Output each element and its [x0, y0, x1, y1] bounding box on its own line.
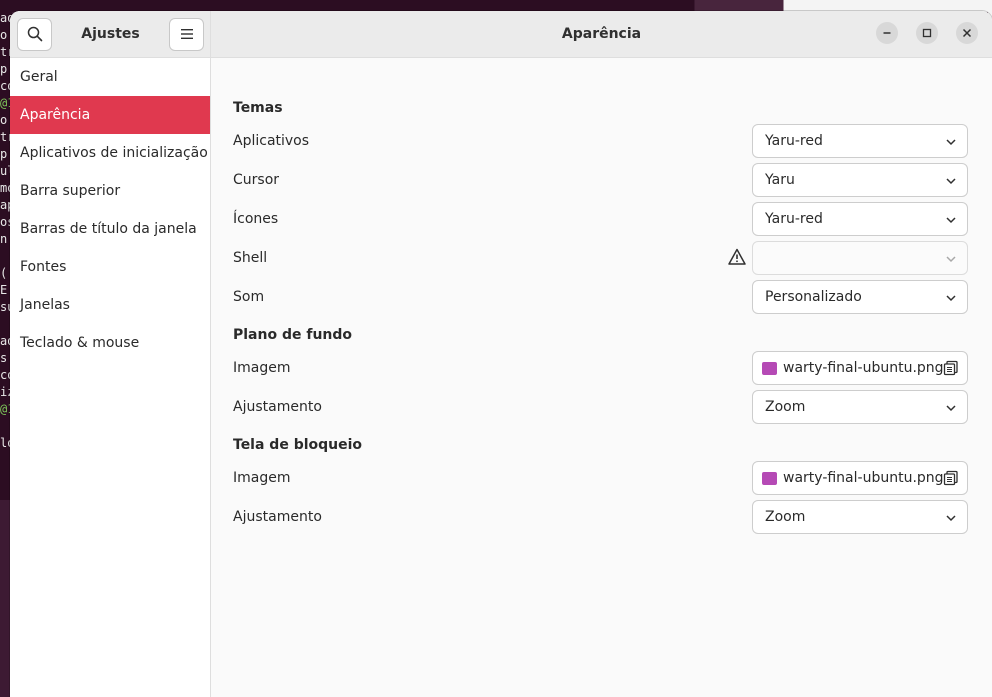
sound-theme-value: Personalizado	[765, 289, 862, 305]
page-title: Aparência	[561, 26, 642, 42]
search-button[interactable]	[17, 17, 52, 51]
applications-theme-value: Yaru-red	[765, 133, 823, 149]
row-background-image: Imagem warty-final-ubuntu.png	[233, 351, 968, 385]
background-adjustment-value: Zoom	[765, 399, 806, 415]
sidebar: Ajustes Geral Aparência Aplicativos de i…	[10, 11, 211, 697]
window-controls	[876, 22, 978, 44]
image-file-icon	[762, 361, 777, 375]
maximize-button[interactable]	[916, 22, 938, 44]
chevron-down-icon	[946, 295, 956, 302]
applications-theme-label: Aplicativos	[233, 133, 310, 149]
search-icon	[27, 26, 42, 42]
section-title-background: Plano de fundo	[233, 327, 353, 343]
lock-screen-image-label: Imagem	[233, 470, 291, 486]
icons-theme-dropdown[interactable]: Yaru-red	[752, 202, 968, 236]
sidebar-header: Ajustes	[10, 11, 210, 58]
chevron-down-icon	[946, 139, 956, 146]
row-lock-screen-adjustment: Ajustamento Zoom	[233, 500, 968, 534]
sidebar-nav: Geral Aparência Aplicativos de inicializ…	[10, 58, 210, 362]
chevron-down-icon	[946, 515, 956, 522]
sidebar-item-keyboard-mouse[interactable]: Teclado & mouse	[10, 324, 210, 362]
background-image-file-button[interactable]: warty-final-ubuntu.png	[752, 351, 968, 385]
shell-theme-dropdown[interactable]	[752, 241, 968, 275]
minimize-button[interactable]	[876, 22, 898, 44]
section-title-themes: Temas	[233, 100, 283, 116]
background-adjustment-label: Ajustamento	[233, 399, 322, 415]
sidebar-item-startup-applications[interactable]: Aplicativos de inicialização	[10, 134, 210, 172]
icons-theme-value: Yaru-red	[765, 211, 823, 227]
row-icons-theme: Ícones Yaru-red	[233, 202, 968, 236]
tweaks-window: Ajustes Geral Aparência Aplicativos de i…	[10, 11, 992, 697]
close-button[interactable]	[956, 22, 978, 44]
chevron-down-icon	[946, 217, 956, 224]
lock-screen-adjustment-value: Zoom	[765, 509, 806, 525]
background-image-value: warty-final-ubuntu.png	[783, 360, 944, 376]
lock-screen-adjustment-dropdown[interactable]: Zoom	[752, 500, 968, 534]
sidebar-title: Ajustes	[81, 26, 140, 42]
row-sound-theme: Som Personalizado	[233, 280, 968, 314]
shell-theme-label: Shell	[233, 250, 268, 266]
chevron-down-icon	[946, 405, 956, 412]
row-applications-theme: Aplicativos Yaru-red	[233, 124, 968, 158]
main-panel: Aparência Temas Aplicativos Yaru-red Cur…	[211, 11, 992, 697]
sidebar-item-fonts[interactable]: Fontes	[10, 248, 210, 286]
lock-screen-adjustment-label: Ajustamento	[233, 509, 322, 525]
sound-theme-dropdown[interactable]: Personalizado	[752, 280, 968, 314]
sidebar-item-general[interactable]: Geral	[10, 58, 210, 96]
row-lock-screen-image: Imagem warty-final-ubuntu.png	[233, 461, 968, 495]
image-file-icon	[762, 471, 777, 485]
applications-theme-dropdown[interactable]: Yaru-red	[752, 124, 968, 158]
maximize-icon	[922, 28, 932, 38]
sound-theme-label: Som	[233, 289, 265, 305]
lock-screen-image-value: warty-final-ubuntu.png	[783, 470, 944, 486]
menu-button[interactable]	[169, 17, 204, 51]
sidebar-item-windows[interactable]: Janelas	[10, 286, 210, 324]
hamburger-menu-icon	[180, 29, 193, 39]
lock-screen-image-file-button[interactable]: warty-final-ubuntu.png	[752, 461, 968, 495]
cursor-theme-value: Yaru	[765, 172, 795, 188]
row-cursor-theme: Cursor Yaru	[233, 163, 968, 197]
section-title-lock-screen: Tela de bloqueio	[233, 437, 363, 453]
warning-icon	[728, 248, 746, 265]
minimize-icon	[883, 32, 891, 34]
cursor-theme-label: Cursor	[233, 172, 280, 188]
sidebar-item-appearance[interactable]: Aparência	[10, 96, 210, 134]
close-icon	[962, 28, 972, 38]
sidebar-item-window-titlebars[interactable]: Barras de título da janela	[10, 210, 210, 248]
cursor-theme-dropdown[interactable]: Yaru	[752, 163, 968, 197]
main-header: Aparência	[211, 11, 992, 58]
icons-theme-label: Ícones	[233, 211, 279, 227]
row-shell-theme: Shell	[233, 241, 968, 275]
background-image-label: Imagem	[233, 360, 291, 376]
file-chooser-icon	[943, 360, 958, 376]
chevron-down-icon	[946, 256, 956, 263]
row-background-adjustment: Ajustamento Zoom	[233, 390, 968, 424]
sidebar-item-top-bar[interactable]: Barra superior	[10, 172, 210, 210]
chevron-down-icon	[946, 178, 956, 185]
background-adjustment-dropdown[interactable]: Zoom	[752, 390, 968, 424]
file-chooser-icon	[943, 470, 958, 486]
